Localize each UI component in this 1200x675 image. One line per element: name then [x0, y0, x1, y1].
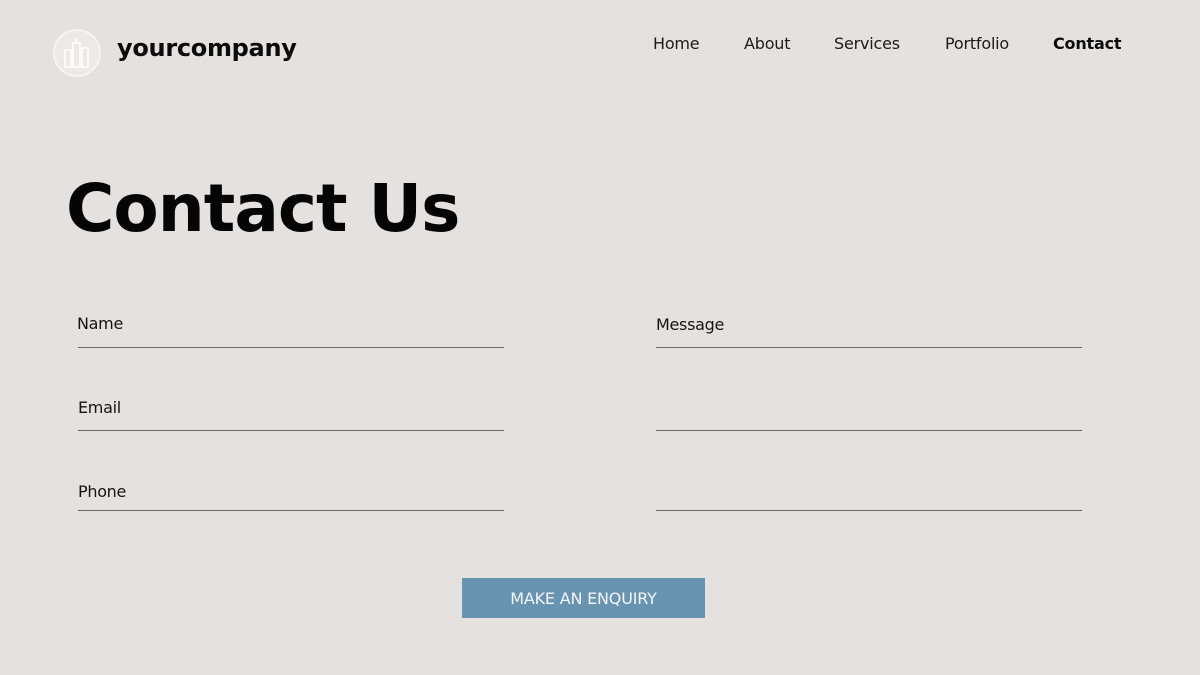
main-nav: Home About Services Portfolio Contact	[0, 34, 1200, 54]
name-underline	[78, 347, 504, 348]
phone-underline	[78, 510, 504, 511]
make-enquiry-button[interactable]: MAKE AN ENQUIRY	[462, 578, 705, 618]
message-underline-3	[656, 510, 1082, 511]
nav-about[interactable]: About	[744, 34, 791, 53]
email-underline	[78, 430, 504, 431]
message-underline-2	[656, 430, 1082, 431]
page-title: Contact Us	[66, 170, 460, 247]
message-input[interactable]	[656, 321, 1082, 507]
nav-portfolio[interactable]: Portfolio	[945, 34, 1009, 53]
nav-contact[interactable]: Contact	[1053, 34, 1122, 53]
phone-input[interactable]	[78, 486, 504, 510]
nav-services[interactable]: Services	[834, 34, 900, 53]
nav-home[interactable]: Home	[653, 34, 700, 53]
phone-field: Phone	[78, 482, 504, 518]
name-field: Name	[77, 314, 504, 350]
email-field: Email	[78, 398, 504, 434]
message-field: Message	[656, 315, 1082, 515]
message-underline-1	[656, 347, 1082, 348]
name-input[interactable]	[78, 323, 504, 347]
email-input[interactable]	[78, 406, 504, 430]
